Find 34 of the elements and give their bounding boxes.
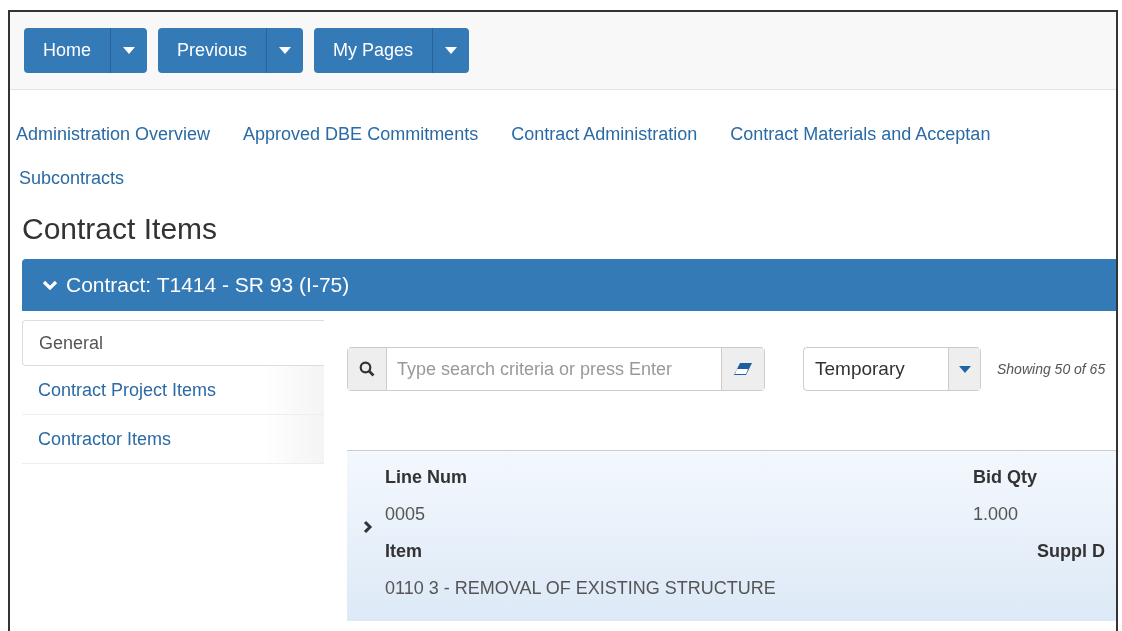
nav-link[interactable]: Contract Materials and Acceptan bbox=[730, 112, 991, 156]
nav-link[interactable]: Administration Overview bbox=[16, 112, 211, 156]
contract-panel-header[interactable]: Contract: T1414 - SR 93 (I-75) bbox=[22, 259, 1116, 311]
search-field[interactable]: Type search criteria or press Enter bbox=[347, 347, 765, 391]
nav-button[interactable]: Home bbox=[24, 28, 110, 73]
side-tab[interactable]: General bbox=[22, 320, 324, 366]
dropdown-toggle[interactable] bbox=[432, 28, 470, 73]
eraser-icon[interactable] bbox=[721, 348, 764, 390]
field-value: 0110 3 - REMOVAL OF EXISTING STRUCTURE bbox=[385, 577, 777, 600]
nav-link[interactable]: Contract Administration bbox=[511, 112, 698, 156]
field-label: Item bbox=[385, 540, 423, 563]
nav-link[interactable]: Subcontracts bbox=[19, 156, 125, 200]
field-label: Line Num bbox=[385, 466, 468, 489]
record-row[interactable]: Line Num 0005 Bid Qty 1.000 Item 0110 3 - REMOVAL OF EXISTING STRUCTURE Suppl D bbox=[347, 450, 1116, 621]
field-label: Suppl D bbox=[1037, 540, 1105, 563]
field-value: 0005 bbox=[385, 503, 427, 526]
side-tab[interactable]: Contract Project Items bbox=[22, 366, 324, 415]
field-value: 1.000 bbox=[973, 503, 1020, 526]
caret-icon bbox=[445, 47, 458, 54]
caret-icon bbox=[958, 365, 971, 373]
filter-dropdown[interactable]: Temporary bbox=[803, 347, 981, 391]
nav-button[interactable]: My Pages bbox=[314, 28, 433, 73]
caret-icon bbox=[279, 47, 292, 54]
page-title: Contract Items bbox=[21, 211, 219, 247]
dropdown-toggle[interactable] bbox=[110, 28, 147, 73]
nav-button[interactable]: Previous bbox=[158, 28, 267, 73]
panel-title: Contract: T1414 - SR 93 (I-75) bbox=[66, 273, 350, 297]
caret-icon bbox=[123, 47, 135, 54]
search-icon bbox=[348, 348, 386, 390]
result-count: Showing 50 of 65 bbox=[997, 361, 1106, 377]
side-tab[interactable]: Contractor Items bbox=[22, 415, 324, 464]
field-label: Bid Qty bbox=[973, 466, 1037, 489]
dropdown-toggle[interactable] bbox=[266, 28, 304, 73]
nav-link[interactable]: Approved DBE Commitments bbox=[243, 112, 479, 156]
